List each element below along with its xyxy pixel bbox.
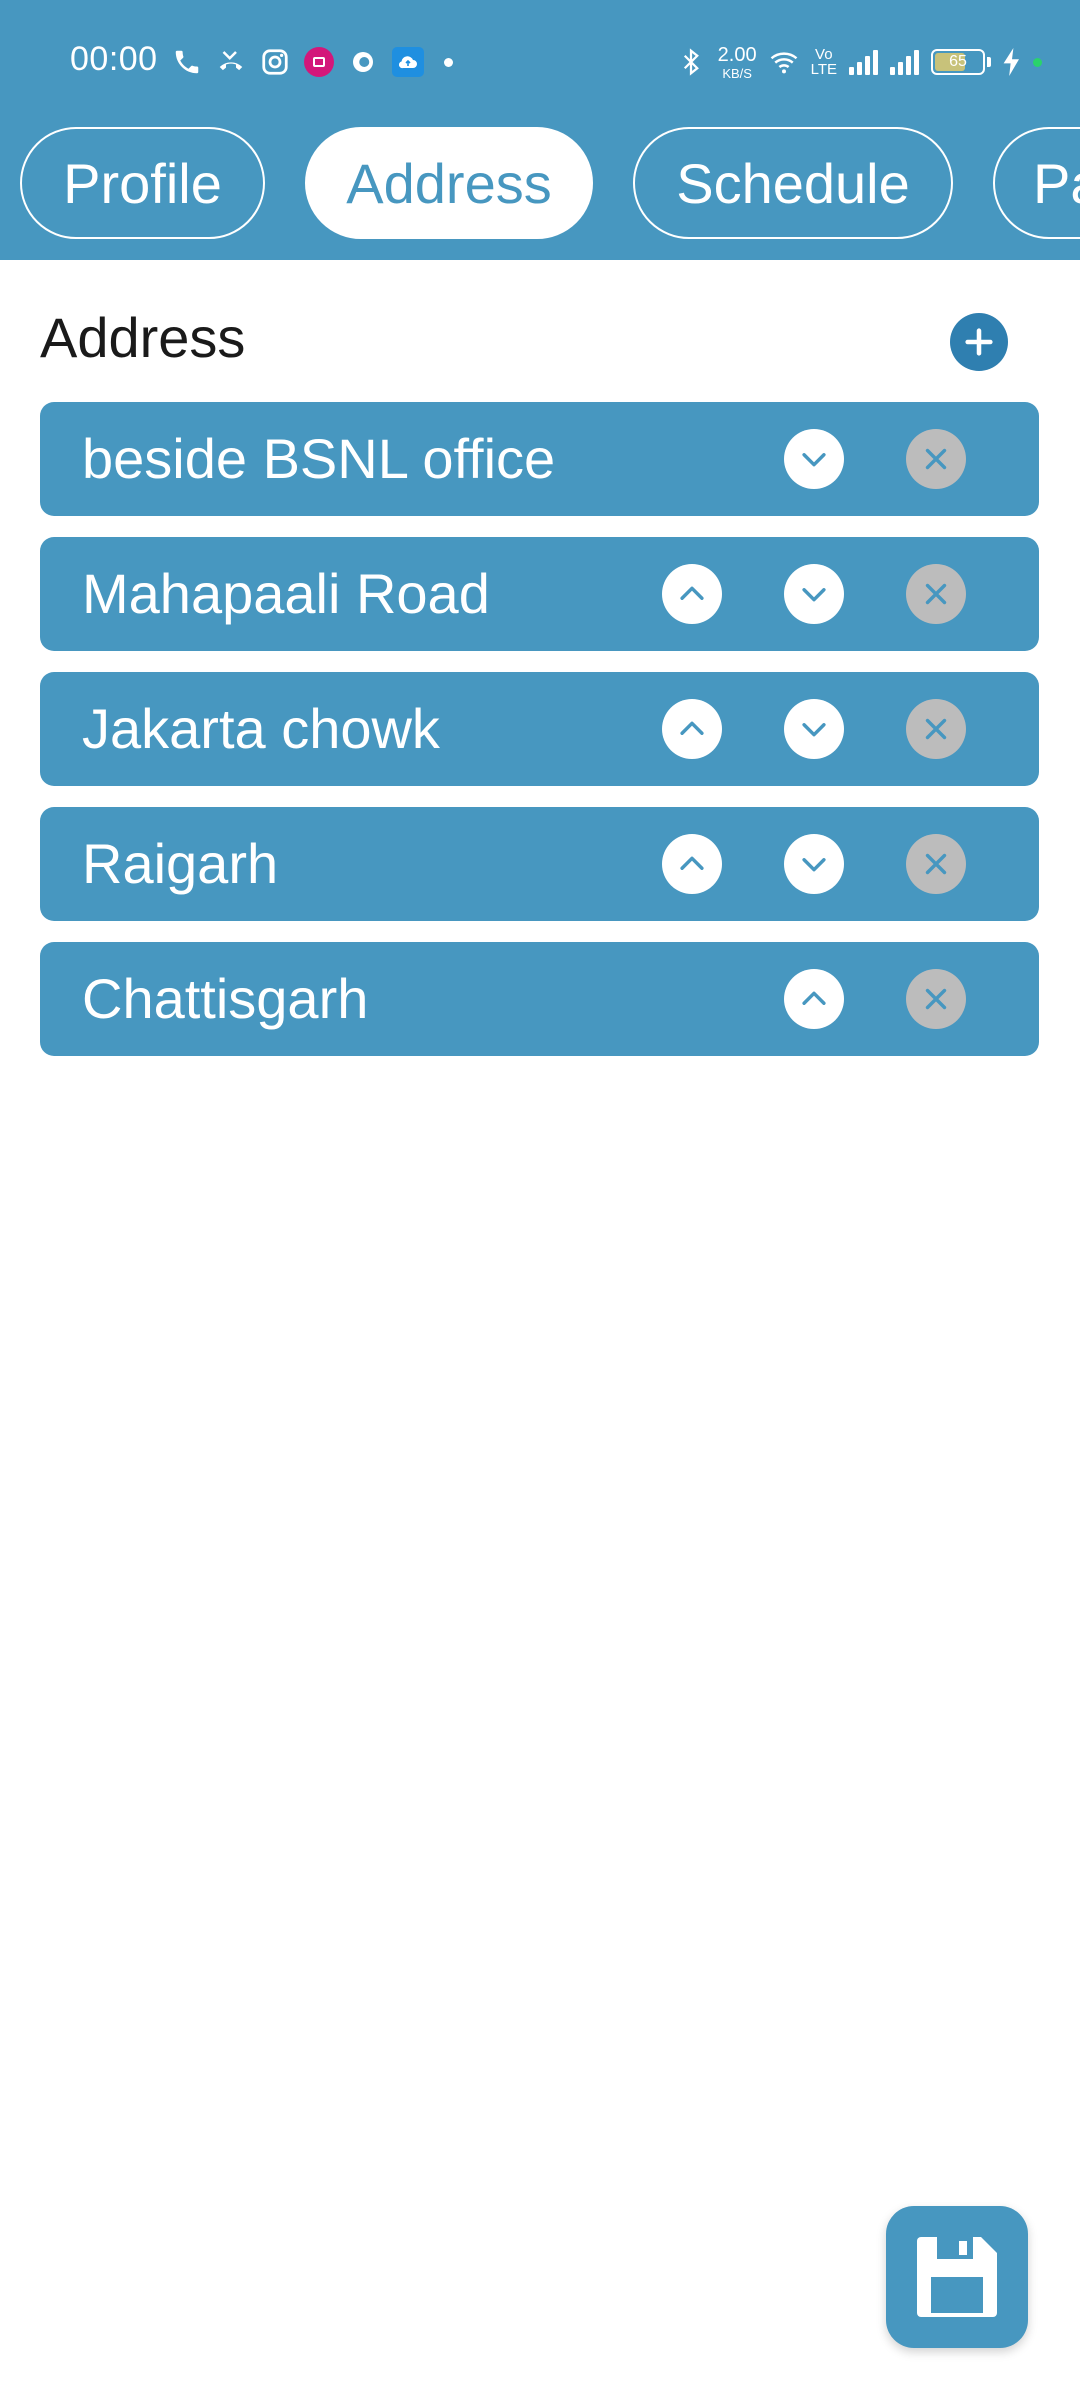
missed-call-icon xyxy=(216,47,246,77)
battery-icon: 65 xyxy=(931,49,985,75)
network-speed: 2.00 KB/S xyxy=(718,45,757,80)
tab-address[interactable]: Address xyxy=(305,127,593,239)
move-down-button[interactable] xyxy=(784,834,844,894)
cloud-icon xyxy=(392,47,424,77)
wifi-icon xyxy=(769,47,799,77)
close-icon xyxy=(925,583,947,605)
delete-button[interactable] xyxy=(906,969,966,1029)
status-time: 00:00 xyxy=(70,40,158,78)
bluetooth-icon xyxy=(676,47,706,77)
delete-button[interactable] xyxy=(906,699,966,759)
system-icons: 2.00 KB/S Vo LTE 65 xyxy=(676,42,1042,82)
delete-button[interactable] xyxy=(906,564,966,624)
chevron-up-icon xyxy=(680,856,704,870)
close-icon xyxy=(925,718,947,740)
save-button[interactable] xyxy=(886,2206,1028,2348)
tab-bar: Profile Address Schedule Pa xyxy=(20,127,1080,239)
address-text: Raigarh xyxy=(82,832,279,895)
add-address-button[interactable] xyxy=(950,313,1008,371)
privacy-indicator xyxy=(1033,57,1042,67)
chevron-up-icon xyxy=(680,586,704,600)
chevron-down-icon xyxy=(802,723,826,737)
address-item[interactable]: Raigarh xyxy=(40,807,1039,921)
address-text: beside BSNL office xyxy=(82,427,556,490)
tab-profile[interactable]: Profile xyxy=(20,127,265,239)
browser-icon xyxy=(348,47,378,77)
address-text: Jakarta chowk xyxy=(82,697,440,760)
notification-icons xyxy=(172,44,453,80)
network-speed-value: 2.00 xyxy=(717,43,757,66)
save-icon xyxy=(917,2237,997,2317)
app-icon xyxy=(304,47,334,77)
close-icon xyxy=(925,988,947,1010)
volte-bottom: LTE xyxy=(810,61,837,78)
status-bar: 00:00 2.00 KB/S Vo LTE 65 xyxy=(0,0,1080,125)
section-title: Address xyxy=(40,306,246,369)
address-text: Mahapaali Road xyxy=(82,562,490,625)
tab-schedule[interactable]: Schedule xyxy=(633,127,953,239)
delete-button[interactable] xyxy=(906,429,966,489)
charging-icon xyxy=(1003,48,1019,76)
chevron-up-icon xyxy=(802,991,826,1005)
dot-icon xyxy=(444,57,453,67)
close-icon xyxy=(925,448,947,470)
phone-icon xyxy=(172,47,202,77)
close-icon xyxy=(925,853,947,875)
plus-icon xyxy=(965,328,993,356)
instagram-icon xyxy=(260,47,290,77)
chevron-down-icon xyxy=(802,858,826,872)
move-up-button[interactable] xyxy=(662,564,722,624)
address-item[interactable]: beside BSNL office xyxy=(40,402,1039,516)
move-down-button[interactable] xyxy=(784,429,844,489)
battery-level: 65 xyxy=(949,53,967,70)
network-speed-unit: KB/S xyxy=(722,65,752,81)
address-item[interactable]: Mahapaali Road xyxy=(40,537,1039,651)
chevron-down-icon xyxy=(802,453,826,467)
address-list: beside BSNL office Mahapaali Road Jakart… xyxy=(40,402,1039,1077)
chevron-up-icon xyxy=(680,721,704,735)
battery-cap xyxy=(987,57,991,67)
move-down-button[interactable] xyxy=(784,564,844,624)
signal-icon xyxy=(849,49,878,75)
address-item[interactable]: Chattisgarh xyxy=(40,942,1039,1056)
chevron-down-icon xyxy=(802,588,826,602)
move-up-button[interactable] xyxy=(662,699,722,759)
signal-icon xyxy=(890,49,919,75)
move-up-button[interactable] xyxy=(784,969,844,1029)
volte-icon: Vo LTE xyxy=(811,47,837,77)
move-down-button[interactable] xyxy=(784,699,844,759)
top-app-bar: 00:00 2.00 KB/S Vo LTE 65 Profile Addres… xyxy=(0,0,1080,260)
move-up-button[interactable] xyxy=(662,834,722,894)
address-text: Chattisgarh xyxy=(82,967,369,1030)
tab-partial[interactable]: Pa xyxy=(993,127,1080,239)
address-item[interactable]: Jakarta chowk xyxy=(40,672,1039,786)
delete-button[interactable] xyxy=(906,834,966,894)
